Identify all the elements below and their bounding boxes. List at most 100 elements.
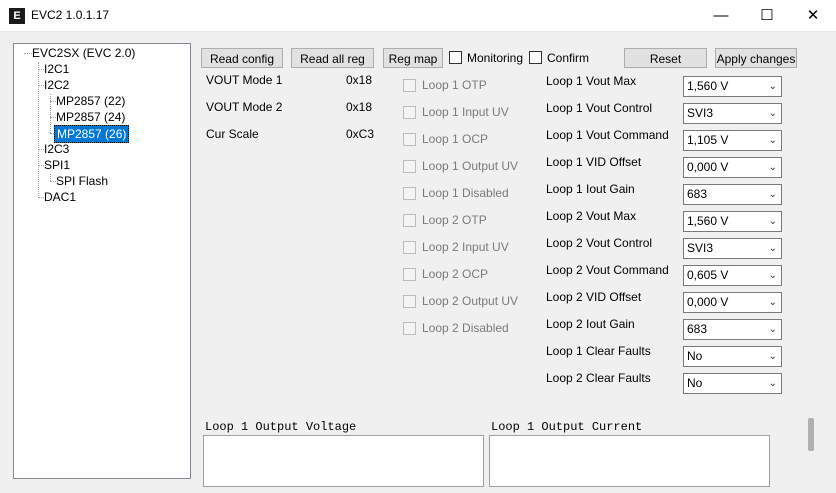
loop1-input-uv-checkbox	[403, 106, 416, 119]
tree-item-mp2857-24[interactable]: MP2857 (24)	[56, 109, 125, 125]
confirm-label: Confirm	[547, 51, 590, 65]
select-value: 0,000 V	[687, 160, 729, 174]
current-plot-title: Loop 1 Output Current	[491, 420, 643, 434]
chevron-down-icon: ⌄	[768, 216, 777, 227]
loop1-otp-checkbox	[403, 79, 416, 92]
chevron-down-icon: ⌄	[768, 270, 777, 281]
read-all-reg-button[interactable]: Read all reg	[291, 48, 374, 68]
select-value: 683	[687, 187, 708, 201]
loop1-input-uv-label: Loop 1 Input UV	[422, 105, 509, 119]
chevron-down-icon: ⌄	[768, 324, 777, 335]
loop2-output-uv-checkbox	[403, 295, 416, 308]
vout-mode-1-label: VOUT Mode 1	[206, 73, 283, 87]
cur-scale-value: 0xC3	[346, 127, 375, 141]
select-value: 1,560 V	[687, 214, 729, 228]
chevron-down-icon: ⌄	[768, 81, 777, 92]
monitoring-checkbox[interactable]	[449, 51, 462, 64]
tree-item-mp2857-22[interactable]: MP2857 (22)	[56, 93, 125, 109]
loop1-disabled-label: Loop 1 Disabled	[422, 186, 509, 200]
chevron-down-icon: ⌄	[768, 378, 777, 389]
param-label: Loop 2 Iout Gain	[546, 317, 635, 331]
loop2-vout-max-select[interactable]: 1,560 V ⌄	[683, 211, 782, 232]
vout-mode-1-value: 0x18	[346, 73, 373, 87]
param-label: Loop 2 VID Offset	[546, 290, 642, 304]
loop1-iout-gain-select[interactable]: 683 ⌄	[683, 184, 782, 205]
select-value: 1,105 V	[687, 133, 729, 147]
app-icon: E	[9, 8, 25, 24]
loop2-disabled-checkbox	[403, 322, 416, 335]
param-label: Loop 1 Iout Gain	[546, 182, 635, 196]
vout-mode-2-label: VOUT Mode 2	[206, 100, 283, 114]
title-bar: E EVC2 1.0.1.17 — ☐ ✕	[0, 0, 836, 32]
reg-map-button[interactable]: Reg map	[383, 48, 443, 68]
loop1-otp-label: Loop 1 OTP	[422, 78, 487, 92]
loop2-iout-gain-select[interactable]: 683 ⌄	[683, 319, 782, 340]
loop2-input-uv-checkbox	[403, 241, 416, 254]
loop1-output-uv-checkbox	[403, 160, 416, 173]
voltage-plot	[203, 435, 484, 487]
tree-item-i2c2[interactable]: I2C2	[44, 77, 69, 93]
loop2-ocp-label: Loop 2 OCP	[422, 267, 489, 281]
tree-item-dac1[interactable]: DAC1	[44, 189, 76, 205]
param-label: Loop 1 Vout Max	[546, 74, 637, 88]
tree-item-spi-flash[interactable]: SPI Flash	[56, 173, 108, 189]
cur-scale-label: Cur Scale	[206, 127, 259, 141]
param-label: Loop 2 Vout Max	[546, 209, 637, 223]
param-label: Loop 1 VID Offset	[546, 155, 642, 169]
loop2-ocp-checkbox	[403, 268, 416, 281]
select-value: 0,000 V	[687, 295, 729, 309]
loop2-output-uv-label: Loop 2 Output UV	[422, 294, 519, 308]
loop1-disabled-checkbox	[403, 187, 416, 200]
loop2-vout-control-select[interactable]: SVI3 ⌄	[683, 238, 782, 259]
loop1-ocp-checkbox	[403, 133, 416, 146]
loop1-vout-max-select[interactable]: 1,560 V ⌄	[683, 76, 782, 97]
loop1-vout-control-select[interactable]: SVI3 ⌄	[683, 103, 782, 124]
scrollbar-thumb[interactable]	[808, 418, 814, 451]
vout-mode-2-value: 0x18	[346, 100, 373, 114]
tree-item-i2c1[interactable]: I2C1	[44, 61, 69, 77]
select-value: 0,605 V	[687, 268, 729, 282]
loop2-input-uv-label: Loop 2 Input UV	[422, 240, 509, 254]
device-tree[interactable]: EVC2SX (EVC 2.0) I2C1 I2C2 MP2857 (22) M…	[13, 43, 191, 479]
tree-item-root[interactable]: EVC2SX (EVC 2.0)	[32, 45, 135, 61]
window-title: EVC2 1.0.1.17	[31, 8, 110, 22]
param-label: Loop 2 Vout Command	[546, 263, 669, 277]
voltage-plot-title: Loop 1 Output Voltage	[205, 420, 357, 434]
apply-changes-button[interactable]: Apply changes	[715, 48, 797, 68]
loop2-otp-checkbox	[403, 214, 416, 227]
loop1-clear-faults-select[interactable]: No ⌄	[683, 346, 782, 367]
loop1-vout-command-select[interactable]: 1,105 V ⌄	[683, 130, 782, 151]
loop2-clear-faults-select[interactable]: No ⌄	[683, 373, 782, 394]
select-value: 1,560 V	[687, 79, 729, 93]
loop2-vid-offset-select[interactable]: 0,000 V ⌄	[683, 292, 782, 313]
current-plot	[489, 435, 770, 487]
chevron-down-icon: ⌄	[768, 189, 777, 200]
chevron-down-icon: ⌄	[768, 135, 777, 146]
maximize-button[interactable]: ☐	[744, 0, 790, 31]
param-label: Loop 1 Vout Control	[546, 101, 653, 115]
read-config-button[interactable]: Read config	[201, 48, 283, 68]
loop1-output-uv-label: Loop 1 Output UV	[422, 159, 519, 173]
confirm-checkbox[interactable]	[529, 51, 542, 64]
select-value: SVI3	[687, 106, 714, 120]
select-value: No	[687, 349, 703, 363]
chevron-down-icon: ⌄	[768, 297, 777, 308]
select-value: No	[687, 376, 703, 390]
loop1-ocp-label: Loop 1 OCP	[422, 132, 489, 146]
loop2-disabled-label: Loop 2 Disabled	[422, 321, 509, 335]
reset-button[interactable]: Reset	[624, 48, 707, 68]
tree-item-spi1[interactable]: SPI1	[44, 157, 70, 173]
param-label: Loop 1 Vout Command	[546, 128, 669, 142]
param-label: Loop 2 Clear Faults	[546, 371, 651, 385]
select-value: SVI3	[687, 241, 714, 255]
param-label: Loop 1 Clear Faults	[546, 344, 651, 358]
chevron-down-icon: ⌄	[768, 243, 777, 254]
monitoring-label: Monitoring	[467, 51, 524, 65]
loop1-vid-offset-select[interactable]: 0,000 V ⌄	[683, 157, 782, 178]
minimize-button[interactable]: —	[698, 0, 744, 31]
close-button[interactable]: ✕	[790, 0, 836, 31]
tree-item-i2c3[interactable]: I2C3	[44, 141, 69, 157]
loop2-vout-command-select[interactable]: 0,605 V ⌄	[683, 265, 782, 286]
chevron-down-icon: ⌄	[768, 162, 777, 173]
chevron-down-icon: ⌄	[768, 351, 777, 362]
